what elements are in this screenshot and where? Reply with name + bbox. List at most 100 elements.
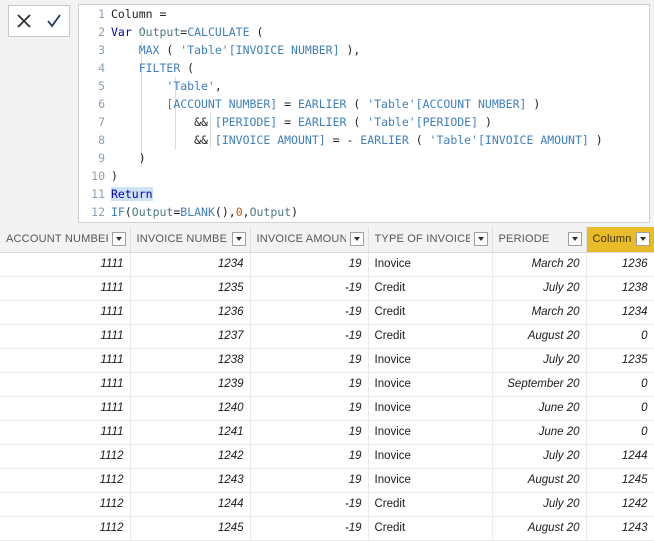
table-cell[interactable]: 1111 (0, 348, 131, 373)
table-cell[interactable]: 19 (250, 420, 369, 445)
table-cell[interactable]: 1112 (0, 468, 131, 493)
table-cell[interactable]: July 20 (492, 276, 587, 301)
table-cell[interactable]: 1234 (586, 300, 654, 325)
table-cell[interactable]: March 20 (492, 300, 587, 325)
code-line[interactable]: 7 && [PERIODE] = EARLIER ( 'Table'[PERIO… (79, 113, 649, 131)
table-cell[interactable]: 1111 (0, 396, 131, 421)
table-cell[interactable]: 1238 (586, 276, 654, 301)
column-header-invoice-amount[interactable]: INVOICE AMOUNT (250, 227, 369, 253)
filter-dropdown-button[interactable] (349, 232, 364, 247)
table-cell[interactable]: 1234 (130, 252, 251, 277)
code-line[interactable]: 8 && [INVOICE AMOUNT] = - EARLIER ( 'Tab… (79, 131, 649, 149)
column-header-type-of-invoice[interactable]: TYPE OF INVOICE (368, 227, 493, 253)
table-cell[interactable]: Inovice (368, 372, 493, 397)
table-cell[interactable]: Credit (368, 516, 493, 541)
table-cell[interactable]: 0 (586, 372, 654, 397)
table-cell[interactable]: 1111 (0, 300, 131, 325)
table-row[interactable]: 1112 1245 -19 Credit August 20 1243 (0, 516, 654, 541)
table-cell[interactable]: -19 (250, 492, 369, 517)
table-cell[interactable]: 19 (250, 444, 369, 469)
cancel-icon[interactable] (11, 8, 37, 34)
dax-formula-editor[interactable]: 1 Column = 2 Var Output=CALCULATE (3 MAX ( … (78, 4, 650, 223)
table-cell[interactable]: 1112 (0, 444, 131, 469)
code-line[interactable]: 3 MAX ( 'Table'[INVOICE NUMBER] ), (79, 41, 649, 59)
table-cell[interactable]: -19 (250, 276, 369, 301)
table-row[interactable]: 1112 1243 19 Inovice August 20 1245 (0, 468, 654, 493)
filter-dropdown-button[interactable] (567, 232, 582, 247)
table-row[interactable]: 1111 1240 19 Inovice June 20 0 (0, 396, 654, 421)
table-cell[interactable]: 19 (250, 348, 369, 373)
code-line[interactable]: 10) (79, 167, 649, 185)
table-cell[interactable]: 1240 (130, 396, 251, 421)
table-cell[interactable]: 0 (586, 396, 654, 421)
table-cell[interactable]: 1244 (130, 492, 251, 517)
table-cell[interactable]: 1236 (130, 300, 251, 325)
table-cell[interactable]: 19 (250, 468, 369, 493)
table-cell[interactable]: Credit (368, 300, 493, 325)
code-line[interactable]: 5 'Table', (79, 77, 649, 95)
table-cell[interactable]: 1242 (586, 492, 654, 517)
table-cell[interactable]: Credit (368, 324, 493, 349)
code-line[interactable]: 4 FILTER ( (79, 59, 649, 77)
column-header-column[interactable]: Column (586, 227, 654, 253)
table-cell[interactable]: July 20 (492, 492, 587, 517)
table-cell[interactable]: June 20 (492, 396, 587, 421)
table-cell[interactable]: Credit (368, 276, 493, 301)
column-header-invoice-number[interactable]: INVOICE NUMBER (130, 227, 251, 253)
table-cell[interactable]: -19 (250, 324, 369, 349)
filter-dropdown-button[interactable] (473, 232, 488, 247)
table-row[interactable]: 1111 1235 -19 Credit July 20 1238 (0, 276, 654, 301)
code-line[interactable]: 11 Return (79, 185, 649, 203)
table-cell[interactable]: 1243 (130, 468, 251, 493)
table-cell[interactable]: 1235 (130, 276, 251, 301)
table-cell[interactable]: Inovice (368, 468, 493, 493)
table-row[interactable]: 1111 1238 19 Inovice July 20 1235 (0, 348, 654, 373)
table-cell[interactable]: July 20 (492, 444, 587, 469)
table-cell[interactable]: 1245 (586, 468, 654, 493)
table-cell[interactable]: August 20 (492, 516, 587, 541)
table-cell[interactable]: 1235 (586, 348, 654, 373)
column-header-account-number[interactable]: ACCOUNT NUMBER (0, 227, 131, 253)
table-cell[interactable]: -19 (250, 516, 369, 541)
table-cell[interactable]: 1238 (130, 348, 251, 373)
table-cell[interactable]: 0 (586, 420, 654, 445)
table-cell[interactable]: August 20 (492, 468, 587, 493)
filter-dropdown-button[interactable] (231, 232, 246, 247)
table-row[interactable]: 1111 1241 19 Inovice June 20 0 (0, 420, 654, 445)
table-cell[interactable]: Credit (368, 492, 493, 517)
table-cell[interactable]: 1111 (0, 372, 131, 397)
table-row[interactable]: 1112 1242 19 Inovice July 20 1244 (0, 444, 654, 469)
table-cell[interactable]: 1111 (0, 252, 131, 277)
table-cell[interactable]: Inovice (368, 396, 493, 421)
table-row[interactable]: 1111 1236 -19 Credit March 20 1234 (0, 300, 654, 325)
table-cell[interactable]: 1239 (130, 372, 251, 397)
table-cell[interactable]: 1112 (0, 492, 131, 517)
table-cell[interactable]: 19 (250, 396, 369, 421)
table-cell[interactable]: March 20 (492, 252, 587, 277)
code-line[interactable]: 9 ) (79, 149, 649, 167)
code-line[interactable]: 1 Column = (79, 5, 649, 23)
table-cell[interactable]: June 20 (492, 420, 587, 445)
table-cell[interactable]: Inovice (368, 420, 493, 445)
code-line[interactable]: 12 IF(Output=BLANK(),0,Output) (79, 203, 649, 221)
table-cell[interactable]: 1112 (0, 516, 131, 541)
table-cell[interactable]: Inovice (368, 252, 493, 277)
table-cell[interactable]: 1237 (130, 324, 251, 349)
table-cell[interactable]: Inovice (368, 348, 493, 373)
table-cell[interactable]: 1242 (130, 444, 251, 469)
table-cell[interactable]: Inovice (368, 444, 493, 469)
table-cell[interactable]: September 20 (492, 372, 587, 397)
filter-dropdown-button[interactable] (635, 232, 650, 247)
table-row[interactable]: 1111 1239 19 Inovice September 20 0 (0, 372, 654, 397)
table-cell[interactable]: August 20 (492, 324, 587, 349)
table-row[interactable]: 1111 1234 19 Inovice March 20 1236 (0, 252, 654, 277)
filter-dropdown-button[interactable] (111, 232, 126, 247)
table-row[interactable]: 1112 1244 -19 Credit July 20 1242 (0, 492, 654, 517)
table-cell[interactable]: 19 (250, 252, 369, 277)
table-cell[interactable]: 1241 (130, 420, 251, 445)
table-cell[interactable]: 1111 (0, 324, 131, 349)
table-cell[interactable]: 1244 (586, 444, 654, 469)
table-row[interactable]: 1111 1237 -19 Credit August 20 0 (0, 324, 654, 349)
commit-icon[interactable] (41, 8, 67, 34)
table-cell[interactable]: 1236 (586, 252, 654, 277)
